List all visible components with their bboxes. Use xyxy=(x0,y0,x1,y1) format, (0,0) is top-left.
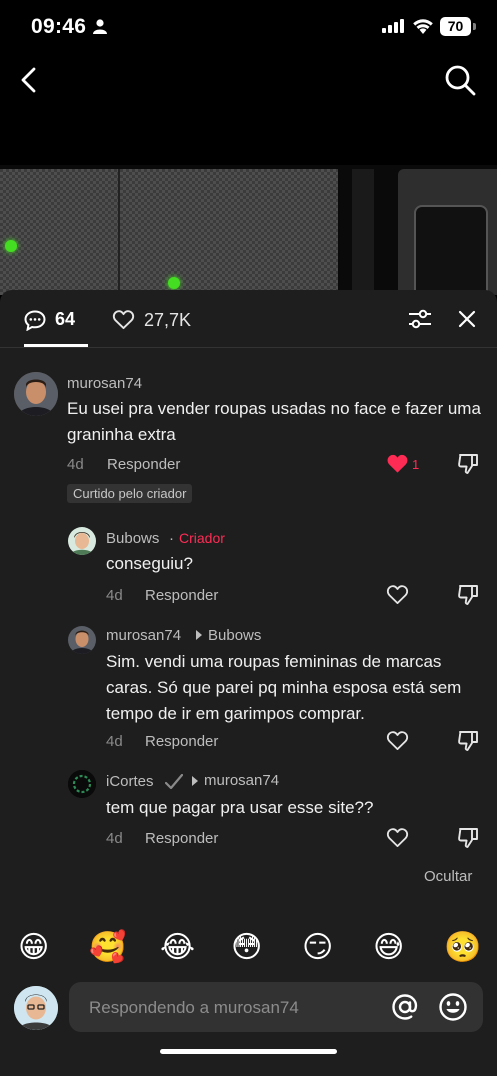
comment-text: Sim. vendi uma roupas femininas de marca… xyxy=(106,652,462,723)
avatar[interactable] xyxy=(68,527,96,555)
signal-icon xyxy=(382,19,404,33)
close-icon[interactable] xyxy=(458,310,476,328)
avatar[interactable] xyxy=(68,626,96,654)
comments-sheet: 64 27,7K murosan74 Eu usei pra vender ro… xyxy=(0,290,497,1076)
my-avatar[interactable] xyxy=(14,986,58,1030)
reply-button[interactable]: Responder xyxy=(107,456,180,473)
video-preview[interactable] xyxy=(0,165,497,295)
home-indicator xyxy=(160,1049,337,1054)
comment-age: 4d xyxy=(106,587,123,604)
green-light xyxy=(5,240,17,252)
heart-outline-icon[interactable] xyxy=(386,584,409,605)
video-checker-pattern xyxy=(0,169,338,295)
reply-arrow-icon xyxy=(196,630,202,640)
emoji-smiling-hearts[interactable]: 🥰 xyxy=(89,930,126,966)
comment-username[interactable]: Bubows xyxy=(106,530,159,547)
comment-age: 4d xyxy=(106,733,123,750)
status-time: 09:46 xyxy=(31,15,87,38)
status-bar: 09:46 70 xyxy=(0,0,497,54)
emoji-sweat-smile[interactable]: 😅 xyxy=(373,930,404,966)
video-device-panel xyxy=(398,169,497,295)
heart-outline-icon[interactable] xyxy=(386,827,409,848)
comment-text: conseguiu? xyxy=(106,554,193,573)
reply-button[interactable]: Responder xyxy=(145,830,218,847)
comment-input-container xyxy=(69,982,483,1034)
search-icon[interactable] xyxy=(443,63,477,97)
avatar-logo-icon xyxy=(68,770,96,798)
wifi-icon xyxy=(413,19,433,34)
comment-username[interactable]: iCortes xyxy=(106,773,154,790)
comment-text: tem que pagar pra usar esse site?? xyxy=(106,798,374,817)
comment-input[interactable] xyxy=(87,982,381,1034)
comments-count: 64 xyxy=(55,309,76,329)
battery-tip xyxy=(473,23,476,30)
person-icon xyxy=(93,19,107,34)
avatar-face-icon xyxy=(14,372,58,416)
heart-outline-icon[interactable] xyxy=(386,730,409,751)
reply-button[interactable]: Responder xyxy=(145,733,218,750)
reply-to-username[interactable]: murosan74 xyxy=(204,772,279,789)
hide-replies-button[interactable]: Ocultar xyxy=(424,868,472,885)
comment-text: Eu usei pra vender roupas usadas no face… xyxy=(67,399,481,444)
video-divider xyxy=(118,169,120,295)
comment-bubble-icon xyxy=(24,310,46,331)
back-icon[interactable] xyxy=(16,64,44,96)
comment-input-bar xyxy=(0,978,497,1076)
name-separator: · xyxy=(169,530,174,547)
emoji-smirk[interactable]: 😏 xyxy=(302,930,333,966)
tab-likes[interactable]: 27,7K xyxy=(112,290,212,347)
emoji-picker-icon[interactable] xyxy=(438,992,468,1022)
filter-sliders-icon[interactable] xyxy=(408,308,432,330)
avatar-memoji-icon xyxy=(68,527,96,555)
thumbs-down-icon[interactable] xyxy=(457,584,479,606)
emoji-pleading[interactable]: 🥺 xyxy=(444,930,481,966)
avatar-face-icon xyxy=(68,626,96,654)
tab-comments[interactable]: 64 xyxy=(24,290,88,347)
thumbs-down-icon[interactable] xyxy=(457,827,479,849)
reply-to-username[interactable]: Bubows xyxy=(208,627,261,644)
comment-age: 4d xyxy=(106,830,123,847)
comment-username[interactable]: murosan74 xyxy=(67,375,142,392)
comment-age: 4d xyxy=(67,456,84,473)
avatar[interactable] xyxy=(68,770,96,798)
battery-indicator: 70 xyxy=(440,17,471,36)
emoji-quick-row: 😁 🥰 😂 😳 😏 😅 🥺 xyxy=(0,922,497,978)
thumbs-down-icon[interactable] xyxy=(457,453,479,475)
heart-outline-icon xyxy=(112,310,135,330)
comment-like-count: 1 xyxy=(412,457,420,472)
creator-label: Criador xyxy=(179,530,225,546)
reply-arrow-icon xyxy=(192,776,198,786)
verified-check-icon xyxy=(165,774,183,790)
avatar-memoji-icon xyxy=(14,986,58,1030)
mention-at-icon[interactable] xyxy=(391,993,419,1021)
video-panel-strip xyxy=(352,169,374,295)
green-light xyxy=(168,277,180,289)
avatar[interactable] xyxy=(14,372,58,416)
emoji-tears-of-joy[interactable]: 😂 xyxy=(160,930,195,966)
reply-button[interactable]: Responder xyxy=(145,587,218,604)
comment-username[interactable]: murosan74 xyxy=(106,627,181,644)
likes-count: 27,7K xyxy=(144,310,192,330)
heart-filled-icon[interactable] xyxy=(386,453,409,474)
thumbs-down-icon[interactable] xyxy=(457,730,479,752)
emoji-flushed[interactable]: 😳 xyxy=(231,930,262,966)
video-device-screen xyxy=(414,205,488,295)
comments-tabs: 64 27,7K xyxy=(0,290,497,348)
liked-by-creator-badge: Curtido pelo criador xyxy=(67,484,193,503)
emoji-grin[interactable]: 😁 xyxy=(18,930,49,966)
